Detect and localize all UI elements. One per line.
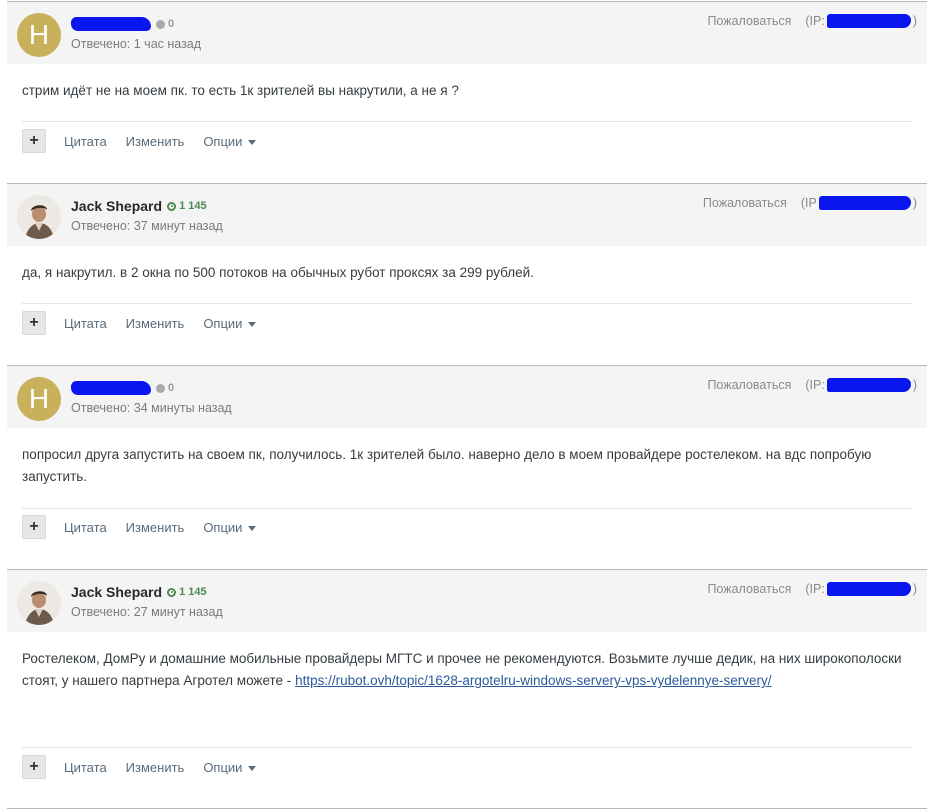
ip-suffix: ) (912, 582, 917, 596)
reputation-positive-icon (167, 587, 177, 597)
divider (22, 303, 912, 304)
post-header: H 0 Отвечено: 1 час назад Пожаловаться (… (7, 2, 927, 64)
user-photo-icon (17, 195, 61, 239)
reputation-neutral-icon (156, 19, 165, 29)
reputation-count: 1 145 (179, 586, 207, 598)
ip-prefix: (IP: (805, 582, 825, 596)
ip-prefix: (IP: (805, 14, 825, 28)
post-header: H 0 Отвечено: 34 минуты назад Пожаловать… (7, 366, 927, 428)
post-text-content: да, я накрутил. в 2 окна по 500 потоков … (22, 265, 534, 280)
author-name-redacted[interactable] (71, 381, 151, 395)
post-actions: + Цитата Изменить Опции (22, 514, 275, 540)
options-dropdown[interactable]: Опции (203, 759, 257, 775)
post: H 0 Отвечено: 34 минуты назад Пожаловать… (7, 365, 927, 569)
options-label: Опции (203, 759, 243, 775)
ip-suffix: ) (912, 196, 917, 210)
edit-button[interactable]: Изменить (126, 760, 185, 775)
options-dropdown[interactable]: Опции (203, 519, 257, 535)
author-name[interactable]: Jack Shepard (71, 584, 162, 600)
post-text: попросил друга запустить на своем пк, по… (7, 444, 927, 488)
caret-down-icon (248, 525, 257, 531)
reputation-count: 1 145 (179, 200, 207, 212)
quote-button[interactable]: Цитата (64, 134, 107, 149)
post-header: Jack Shepard 1 145 Отвечено: 27 минут на… (7, 570, 927, 632)
caret-down-icon (248, 139, 257, 145)
edit-button[interactable]: Изменить (126, 520, 185, 535)
post-text: стрим идёт не на моем пк. то есть 1к зри… (7, 80, 927, 102)
answered-time: Отвечено: 27 минут назад (71, 605, 223, 619)
divider (22, 747, 912, 748)
options-label: Опции (203, 519, 243, 535)
post-text: да, я накрутил. в 2 окна по 500 потоков … (7, 262, 927, 284)
report-link[interactable]: Пожаловаться (707, 14, 791, 28)
caret-down-icon (248, 321, 257, 327)
ip-prefix: (IP (800, 196, 817, 210)
divider (22, 508, 912, 509)
report-link[interactable]: Пожаловаться (703, 196, 787, 210)
ip-redacted (826, 582, 911, 596)
multiquote-plus-button[interactable]: + (22, 129, 46, 153)
ip-suffix: ) (912, 378, 917, 392)
post: H 0 Отвечено: 1 час назад Пожаловаться (… (7, 1, 927, 183)
post: Jack Shepard 1 145 Отвечено: 37 минут на… (7, 183, 927, 365)
edit-button[interactable]: Изменить (126, 316, 185, 331)
reputation-count: 0 (168, 18, 175, 30)
reputation-neutral-icon (156, 383, 165, 393)
author-name-redacted[interactable] (71, 17, 151, 31)
reputation-badge: 1 145 (167, 200, 207, 212)
ip-redacted (826, 378, 911, 392)
options-label: Опции (203, 315, 243, 331)
avatar[interactable]: H (17, 13, 61, 57)
author-name[interactable]: Jack Shepard (71, 198, 162, 214)
multiquote-plus-button[interactable]: + (22, 311, 46, 335)
ip-prefix: (IP: (805, 378, 825, 392)
options-label: Опции (203, 133, 243, 149)
multiquote-plus-button[interactable]: + (22, 515, 46, 539)
answered-time: Отвечено: 37 минут назад (71, 219, 223, 233)
post-actions: + Цитата Изменить Опции (22, 754, 275, 780)
reputation-count: 0 (168, 382, 175, 394)
post: Jack Shepard 1 145 Отвечено: 27 минут на… (7, 569, 927, 809)
post-link[interactable]: https://rubot.ovh/topic/1628-argotelru-w… (295, 673, 771, 688)
reputation-positive-icon (167, 201, 177, 211)
ip-redacted (818, 196, 911, 210)
quote-button[interactable]: Цитата (64, 520, 107, 535)
reputation-badge: 1 145 (167, 586, 207, 598)
caret-down-icon (248, 765, 257, 771)
divider (22, 121, 912, 122)
report-link[interactable]: Пожаловаться (707, 378, 791, 392)
options-dropdown[interactable]: Опции (203, 133, 257, 149)
user-photo-icon (17, 581, 61, 625)
post-actions: + Цитата Изменить Опции (22, 128, 275, 154)
multiquote-plus-button[interactable]: + (22, 755, 46, 779)
edit-button[interactable]: Изменить (126, 134, 185, 149)
answered-time: Отвечено: 1 час назад (71, 37, 202, 51)
avatar[interactable] (17, 195, 61, 239)
quote-button[interactable]: Цитата (64, 316, 107, 331)
post-text-content: стрим идёт не на моем пк. то есть 1к зри… (22, 83, 459, 98)
report-link[interactable]: Пожаловаться (707, 582, 791, 596)
avatar[interactable] (17, 581, 61, 625)
options-dropdown[interactable]: Опции (203, 315, 257, 331)
quote-button[interactable]: Цитата (64, 760, 107, 775)
avatar[interactable]: H (17, 377, 61, 421)
reputation-badge: 0 (156, 382, 174, 394)
post-text-content: попросил друга запустить на своем пк, по… (22, 447, 872, 484)
reputation-badge: 0 (156, 18, 174, 30)
post-header: Jack Shepard 1 145 Отвечено: 37 минут на… (7, 184, 927, 246)
post-text: Ростелеком, ДомРу и домашние мобильные п… (7, 648, 927, 692)
answered-time: Отвечено: 34 минуты назад (71, 401, 232, 415)
ip-suffix: ) (912, 14, 917, 28)
post-actions: + Цитата Изменить Опции (22, 310, 275, 336)
ip-redacted (826, 14, 911, 28)
